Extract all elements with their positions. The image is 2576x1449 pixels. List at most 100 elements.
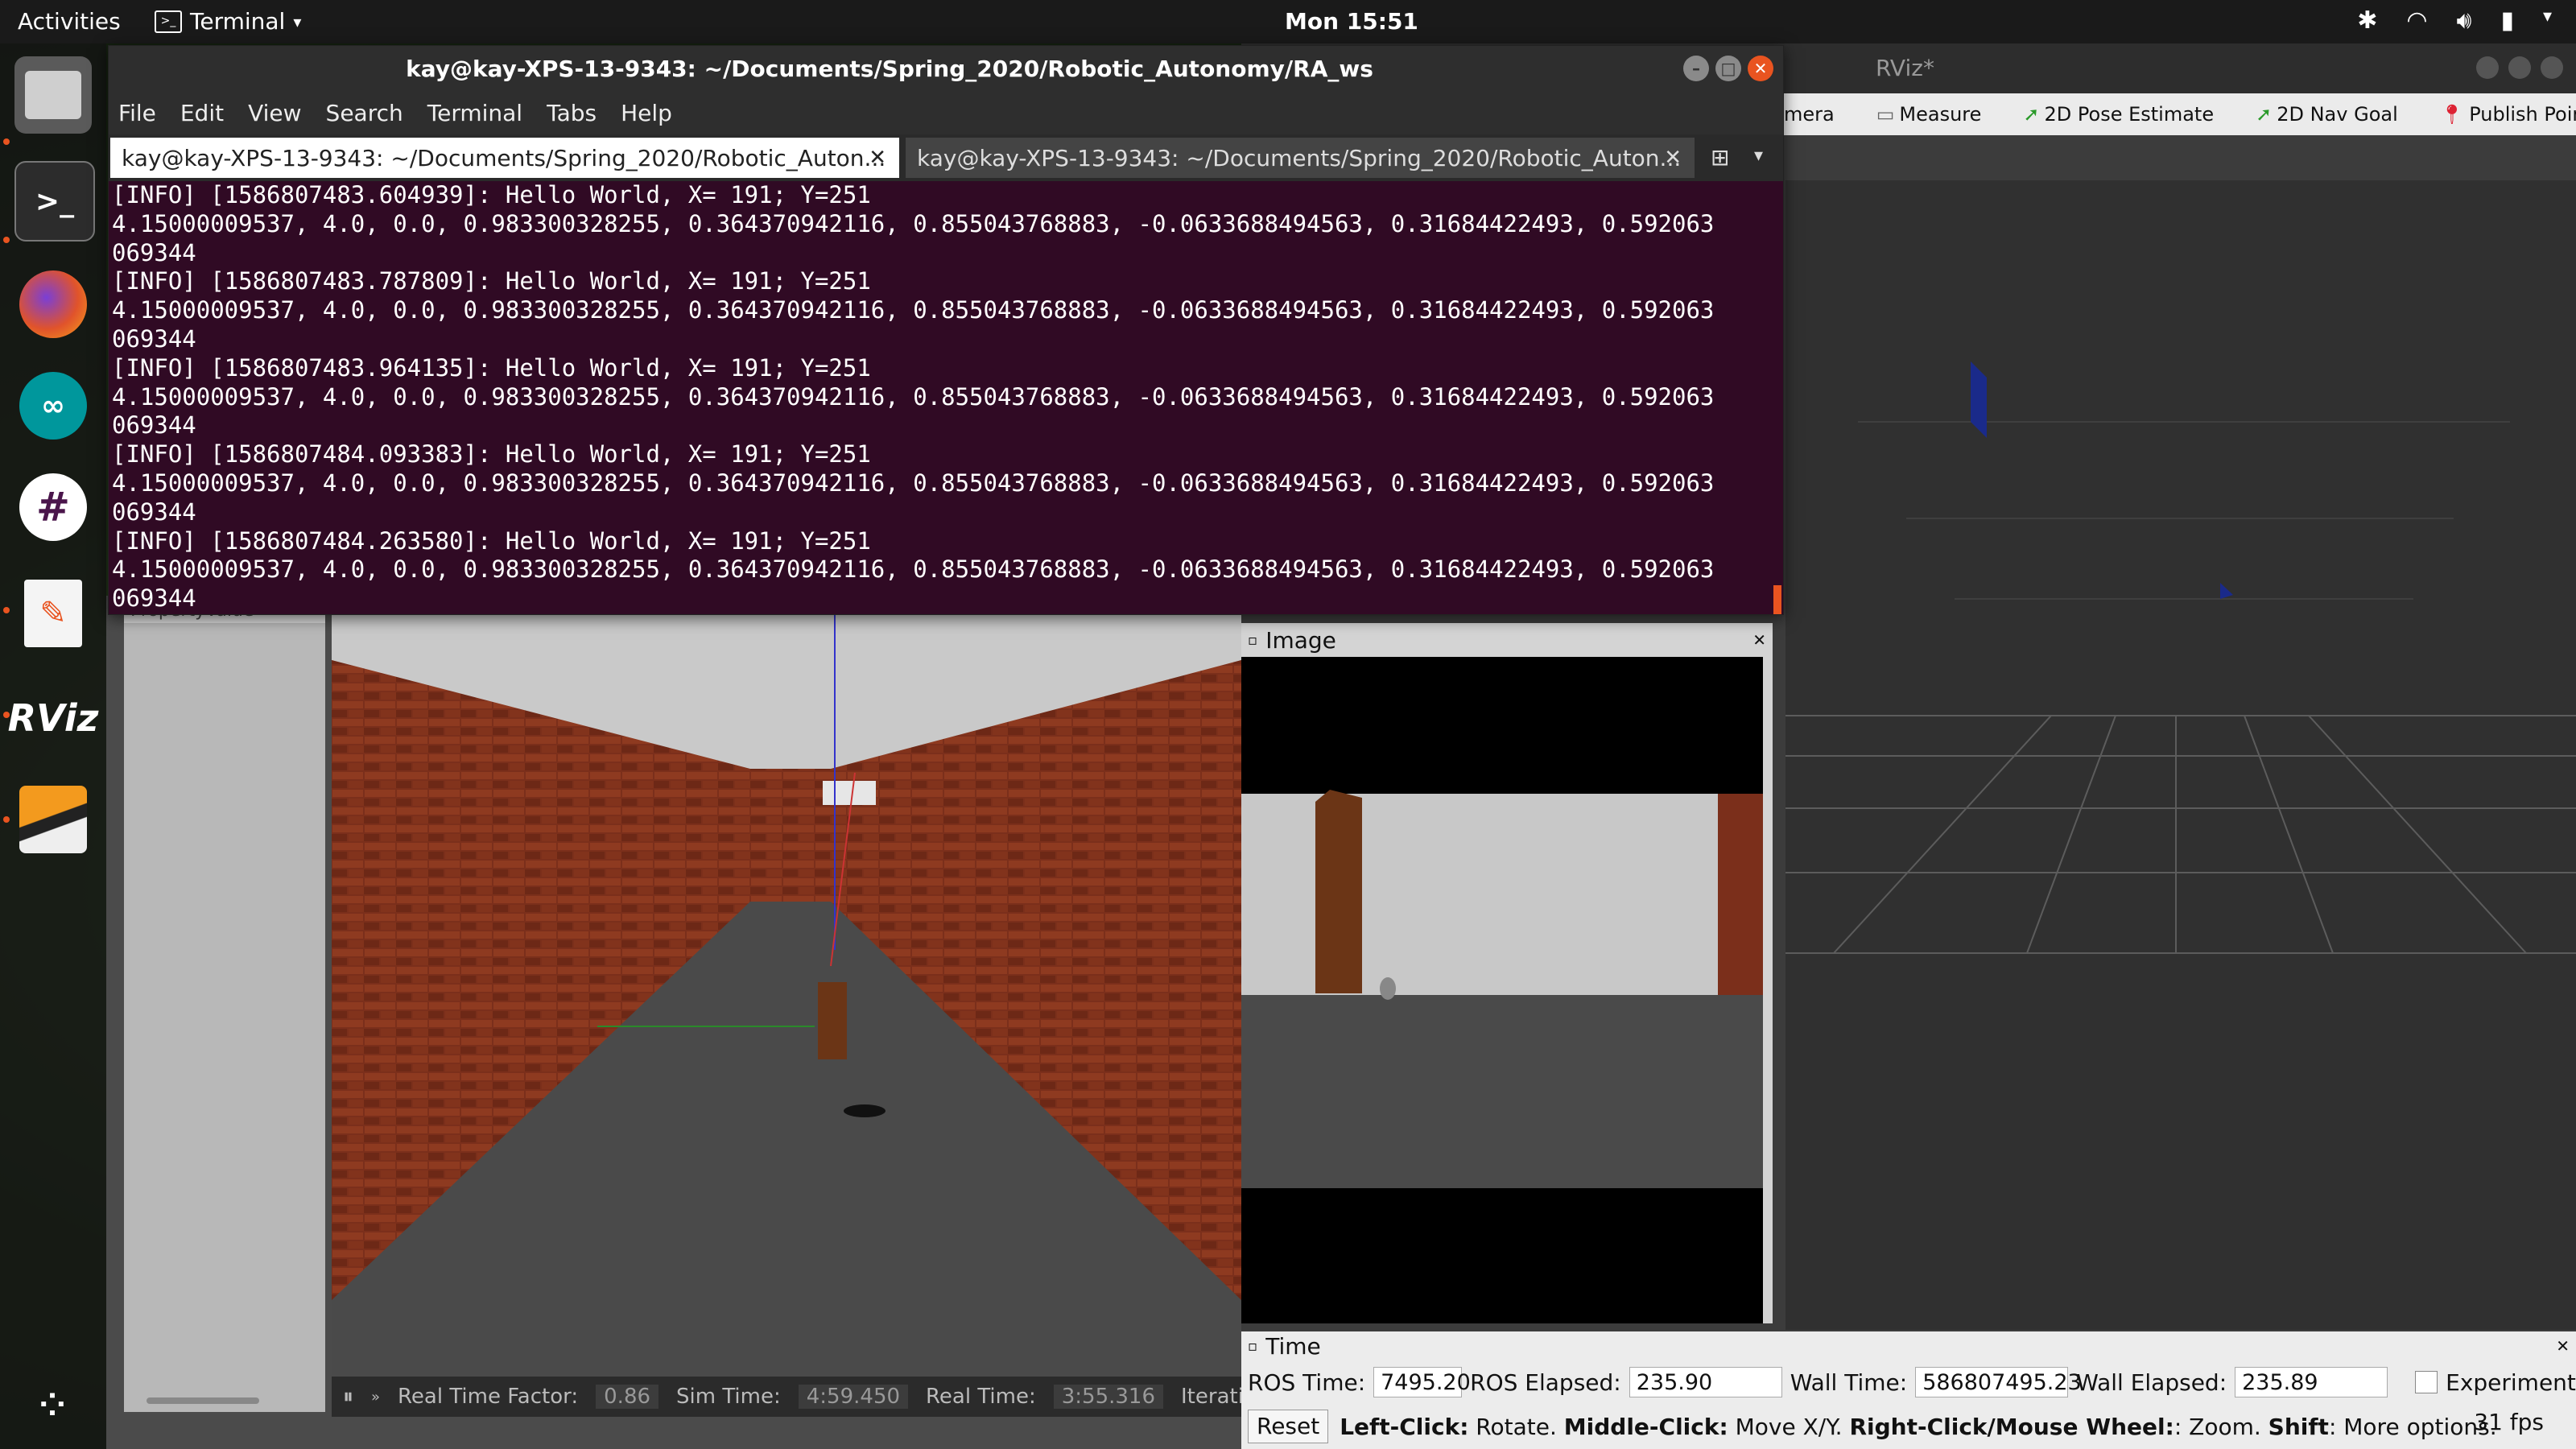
wall-time-field[interactable]: 586807495.23 [1915,1367,2082,1397]
tool-publish-point[interactable]: 📍︎Publish Point [2440,103,2576,126]
pause-icon[interactable]: ⏸ [343,1385,353,1410]
close-icon[interactable]: ✕ [2556,1336,2570,1356]
tab-label: kay@kay-XPS-13-9343: ~/Documents/Spring_… [917,144,1682,171]
green-arrow-icon: ➚ [2023,103,2040,126]
scrollbar-thumb[interactable] [1773,585,1781,614]
ros-time-field[interactable]: 7495.20 [1373,1367,1471,1397]
volume-icon[interactable]: 🔊︎ [2457,6,2472,35]
step-icon[interactable]: » [371,1389,380,1406]
status-row: Reset Left-Click: Rotate. Middle-Click: … [1248,1409,2568,1444]
menu-help[interactable]: Help [621,100,672,126]
gazebo-property-panel[interactable]: PropertyValue [124,599,325,1412]
arduino-icon[interactable]: ∞ [14,367,92,444]
chevron-down-icon[interactable]: ▾ [2543,6,2552,35]
terminal-title: kay@kay-XPS-13-9343: ~/Documents/Spring_… [406,56,1373,82]
tool-2d-pose-estimate[interactable]: ➚ 2D Pose Estimate [2023,103,2214,126]
time-fields-row: ROS Time: 7495.20 ROS Elapsed: 235.90 Wa… [1248,1367,2576,1397]
menu-view[interactable]: View [248,100,301,126]
menu-terminal[interactable]: Terminal [427,100,522,126]
terminal-menubar: File Edit View Search Terminal Tabs Help [109,91,1783,134]
terminal-output[interactable]: [INFO] [1586807483.604939]: Hello World,… [109,181,1772,614]
reset-button[interactable]: Reset [1248,1410,1329,1443]
maximize-button[interactable] [2508,56,2531,79]
tool-2d-nav-goal[interactable]: ➚ 2D Nav Goal [2256,103,2398,126]
running-indicator [3,816,10,823]
time-panel: ▫ Time ✕ ROS Time: 7495.20 ROS Elapsed: … [1241,1331,2576,1449]
running-indicator [3,138,10,145]
terminal-window: kay@kay-XPS-13-9343: ~/Documents/Spring_… [108,45,1784,615]
panel-float-icon[interactable]: ▫ [1248,1338,1257,1355]
fps-counter: 31 fps [2474,1409,2544,1435]
menu-tabs[interactable]: Tabs [547,100,597,126]
gazebo-scene-render [332,612,1241,1385]
app-menu-label: Terminal [190,8,286,35]
panel-scrollbar[interactable] [147,1397,259,1404]
camera-image [1241,657,1763,1323]
terminal-line: [INFO] [1586807484.263580]: Hello World,… [112,526,871,555]
real-time-value: 3:55.316 [1053,1385,1164,1409]
running-indicator [3,237,10,243]
close-icon[interactable]: ✕ [1664,146,1682,170]
system-tray[interactable]: ✱ ◠ 🔊︎ ▮ ▾ [2357,6,2552,35]
ruler-icon: ▭ [1876,103,1895,126]
tool-measure[interactable]: ▭ Measure [1876,103,1982,126]
mouse-hint: Left-Click: Rotate. Middle-Click: Move X… [1340,1413,2497,1440]
rviz-3d-view[interactable] [1785,180,2576,1330]
menu-search[interactable]: Search [326,100,403,126]
rviz-title: RViz* [1876,55,1934,81]
rviz-icon[interactable]: RViz [8,679,99,757]
close-icon[interactable]: ✕ [869,146,886,170]
dock: >_ ∞ # ✎ RViz ⁘ [0,43,106,1449]
terminal-app-icon: >_ [155,10,182,33]
terminal-line: 4.15000009537, 4.0, 0.0, 0.983300328255,… [112,209,1715,237]
close-button[interactable] [2541,56,2563,79]
terminal-line: 069344 [112,411,196,440]
terminal-line: 4.15000009537, 4.0, 0.0, 0.983300328255,… [112,555,1715,584]
terminal-icon[interactable]: >_ [14,161,95,242]
tab-2[interactable]: kay@kay-XPS-13-9343: ~/Documents/Spring_… [906,138,1695,178]
gazebo-3d-view[interactable] [332,612,1241,1385]
gazebo-status-bar: ⏸ » Real Time Factor: 0.86 Sim Time: 4:5… [332,1377,1348,1417]
image-panel-header: ▫ Image ✕ [1241,623,1773,657]
slack-tray-icon[interactable]: ✱ [2357,6,2377,35]
terminal-line: 4.15000009537, 4.0, 0.0, 0.983300328255,… [112,469,1715,497]
sim-time-value: 4:59.450 [798,1385,909,1409]
app-menu[interactable]: >_ Terminal ▾ [155,8,301,35]
ros-elapsed-field[interactable]: 235.90 [1629,1367,1782,1397]
wall-elapsed-field[interactable]: 235.89 [2235,1367,2388,1397]
menu-edit[interactable]: Edit [180,100,224,126]
wifi-icon[interactable]: ◠ [2406,6,2427,35]
chevron-down-icon[interactable]: ▾ [1754,146,1763,166]
show-apps-icon[interactable]: ⁘ [14,1367,92,1444]
terminal-line: 4.15000009537, 4.0, 0.0, 0.983300328255,… [112,382,1715,411]
camera-image-render [1241,657,1763,1323]
firefox-icon[interactable] [14,266,92,343]
terminal-line: [INFO] [1586807483.964135]: Hello World,… [112,353,871,382]
close-button[interactable]: ✕ [1748,56,1773,81]
tab-1[interactable]: kay@kay-XPS-13-9343: ~/Documents/Spring_… [110,138,899,178]
minimize-button[interactable]: – [1683,56,1709,81]
clock[interactable]: Mon 15:51 [1285,8,1418,35]
gazebo-icon[interactable] [14,781,92,858]
activities-button[interactable]: Activities [18,8,121,35]
running-indicator [3,607,10,613]
close-icon[interactable]: ✕ [1752,630,1766,650]
battery-icon[interactable]: ▮ [2500,6,2514,35]
minimize-button[interactable] [2476,56,2499,79]
experimental-checkbox[interactable] [2415,1371,2438,1393]
rviz-grid-render [1785,361,2576,954]
new-tab-icon[interactable]: ⊞ [1711,144,1729,171]
terminal-line: 069344 [112,238,196,266]
maximize-button[interactable]: □ [1715,56,1741,81]
panel-float-icon[interactable]: ▫ [1248,632,1257,649]
text-editor-icon[interactable]: ✎ [14,575,92,652]
image-panel[interactable]: ▫ Image ✕ [1241,623,1773,1323]
gazebo-window: PropertyValue [106,596,1348,1449]
terminal-scrollbar[interactable] [1772,181,1783,614]
tool-camera[interactable]: mera [1784,103,1835,126]
slack-icon[interactable]: # [14,469,92,546]
files-icon[interactable] [14,56,92,134]
terminal-titlebar[interactable]: kay@kay-XPS-13-9343: ~/Documents/Spring_… [109,46,1783,91]
green-arrow-icon: ➚ [2256,103,2273,126]
menu-file[interactable]: File [118,100,156,126]
